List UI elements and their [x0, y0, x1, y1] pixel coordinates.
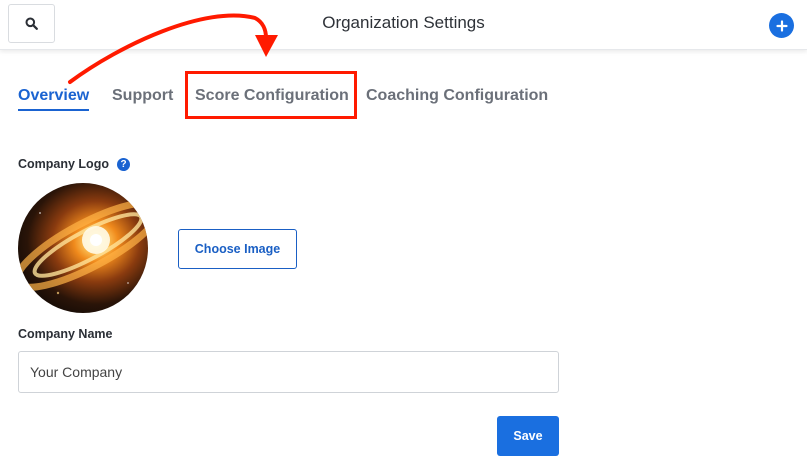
- choose-image-button[interactable]: Choose Image: [178, 229, 297, 269]
- company-logo-label: Company Logo: [18, 157, 109, 171]
- galaxy-image: [18, 199, 148, 295]
- page-title: Organization Settings: [322, 13, 485, 32]
- help-icon[interactable]: ?: [117, 158, 130, 171]
- tab-score-configuration[interactable]: Score Configuration: [195, 87, 349, 105]
- company-name-label: Company Name: [18, 327, 113, 341]
- tab-coaching-configuration[interactable]: Coaching Configuration: [366, 87, 548, 105]
- company-logo-image: [18, 183, 148, 313]
- top-bar: Organization Settings: [0, 0, 807, 50]
- tab-support[interactable]: Support: [112, 87, 173, 105]
- tab-overview[interactable]: Overview: [18, 87, 90, 111]
- plus-icon: [775, 19, 788, 32]
- save-button[interactable]: Save: [497, 416, 559, 456]
- company-name-input[interactable]: [18, 351, 559, 393]
- add-button[interactable]: [769, 13, 794, 38]
